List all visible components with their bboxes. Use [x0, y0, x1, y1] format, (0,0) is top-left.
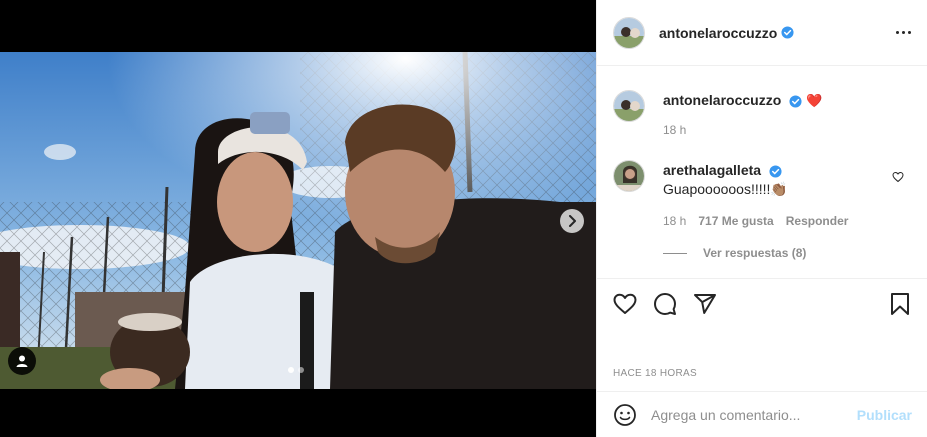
comment-composer: Publicar	[597, 391, 927, 437]
comments-section: antonelaroccuzzo ❤️ 18 h arethalagalleta…	[597, 66, 927, 278]
caption-body: antonelaroccuzzo ❤️ 18 h	[663, 90, 822, 137]
caption-row: antonelaroccuzzo ❤️ 18 h	[613, 90, 822, 137]
bookmark-icon	[891, 292, 909, 315]
tagged-users-button[interactable]	[8, 347, 36, 375]
comment-likes[interactable]: 717 Me gusta	[698, 214, 773, 228]
more-dot	[896, 31, 899, 34]
post-sidebar: antonelaroccuzzo antonelaroccuzzo ❤️ 18 …	[596, 0, 927, 437]
more-options-button[interactable]	[896, 25, 911, 40]
verified-badge-icon	[769, 165, 782, 178]
comment-time[interactable]: 18 h	[663, 214, 686, 228]
post-header: antonelaroccuzzo	[597, 0, 927, 66]
save-button[interactable]	[882, 286, 918, 322]
photo-illustration	[0, 52, 596, 389]
user-icon	[16, 355, 28, 367]
caption-avatar[interactable]	[613, 90, 645, 122]
carousel-indicator	[288, 367, 304, 373]
comment-row: arethalagalleta Guapoooooos!!!!!👏🏽 18 h …	[613, 160, 848, 228]
caption-username[interactable]: antonelaroccuzzo	[663, 92, 781, 108]
verified-badge-icon	[781, 26, 794, 39]
more-dot	[908, 31, 911, 34]
avatar-image	[614, 91, 644, 121]
action-bar	[597, 278, 927, 328]
comment-input[interactable]	[651, 406, 857, 423]
post-timestamp[interactable]: HACE 18 HORAS	[613, 368, 697, 379]
more-dot	[902, 31, 905, 34]
carousel-dot	[298, 367, 304, 373]
emoji-button[interactable]	[613, 403, 637, 427]
emoji-icon	[614, 403, 636, 426]
like-button[interactable]	[607, 286, 643, 322]
avatar-image	[614, 161, 644, 191]
caption-time[interactable]: 18 h	[663, 123, 686, 137]
comment-button[interactable]	[647, 286, 683, 322]
chevron-right-icon	[569, 215, 576, 227]
post-photo[interactable]	[0, 52, 596, 389]
avatar-image	[614, 17, 644, 48]
share-button[interactable]	[687, 286, 723, 322]
verified-badge-icon	[789, 95, 802, 108]
commenter-avatar[interactable]	[613, 160, 645, 192]
commenter-username[interactable]: arethalagalleta	[663, 162, 761, 178]
author-avatar[interactable]	[613, 16, 645, 49]
carousel-next-button[interactable]	[560, 209, 584, 233]
comment-icon	[654, 292, 676, 315]
post-media	[0, 0, 596, 437]
heart-outline-icon	[892, 171, 904, 183]
caption-text: ❤️	[806, 93, 823, 108]
heart-icon	[613, 293, 637, 314]
view-replies-label: Ver respuestas (8)	[703, 246, 807, 260]
comment-body: arethalagalleta Guapoooooos!!!!!👏🏽 18 h …	[663, 160, 848, 228]
comment-text: Guapoooooos!!!!!👏🏽	[663, 181, 788, 197]
replies-divider	[663, 252, 687, 254]
reply-button[interactable]: Responder	[786, 214, 849, 228]
carousel-dot-active	[288, 367, 294, 373]
comment-like-button[interactable]	[892, 170, 904, 188]
view-replies-button[interactable]: Ver respuestas (8)	[663, 246, 806, 260]
publish-button[interactable]: Publicar	[857, 407, 912, 423]
author-username[interactable]: antonelaroccuzzo	[659, 25, 777, 41]
paper-plane-icon	[694, 293, 716, 314]
